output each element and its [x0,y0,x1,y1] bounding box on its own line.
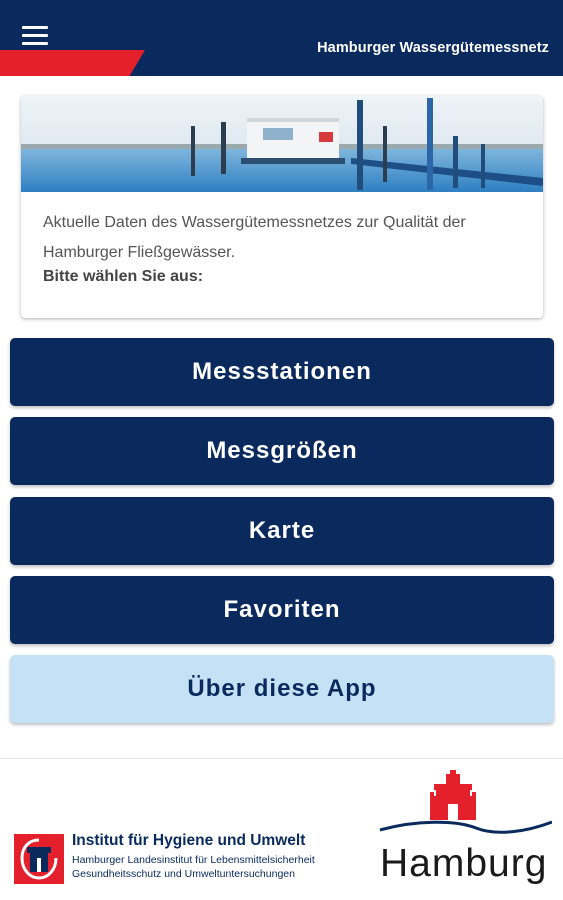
brand-accent-flag [0,50,145,76]
intro-card: Aktuelle Daten des Wassergütemessnetzes … [21,96,543,318]
map-button[interactable]: Karte [10,497,554,565]
institut-title: Institut für Hygiene und Umwelt [72,832,306,849]
favorites-button[interactable]: Favoriten [10,576,554,644]
water-measurement-station-photo [21,96,543,192]
selection-prompt: Bitte wählen Sie aus: [43,268,204,285]
stations-button[interactable]: Messstationen [10,338,554,406]
institut-subtitle-line1: Hamburger Landesinstitut für Lebensmitte… [72,854,315,866]
about-app-button[interactable]: Über diese App [10,655,554,723]
footer-divider [0,758,563,759]
parameters-button[interactable]: Messgrößen [10,417,554,485]
institut-subtitle-line2: Gesundheitsschutz und Umweltuntersuchung… [72,868,295,880]
institut-hygiene-logo [14,834,64,884]
intro-description: Aktuelle Daten des Wassergütemessnetzes … [43,214,466,261]
app-title: Hamburger Wassergütemessnetz [317,40,549,56]
app-header: Hamburger Wassergütemessnetz [0,0,563,76]
hamburger-menu-icon[interactable] [22,26,54,50]
hamburg-wordmark: Hamburg [380,842,548,885]
